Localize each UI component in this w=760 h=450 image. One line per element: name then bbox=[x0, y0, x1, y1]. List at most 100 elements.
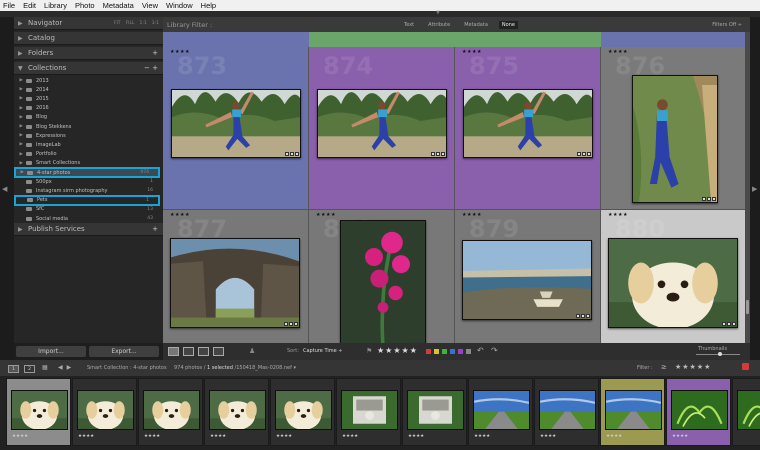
expand-triangle-icon[interactable]: ▶ bbox=[14, 96, 26, 101]
grid-mode-icon[interactable]: ▦ bbox=[42, 364, 48, 371]
expand-triangle-icon[interactable]: ▶ bbox=[14, 142, 26, 147]
filmstrip-cell[interactable]: ★★★★ bbox=[402, 378, 467, 446]
thumbnail-badge-icon[interactable] bbox=[285, 152, 289, 156]
filter-none-option[interactable]: None bbox=[498, 20, 518, 29]
rotate-right-icon[interactable]: ↷ bbox=[491, 346, 498, 355]
grid-view-icon[interactable] bbox=[168, 347, 179, 356]
filmstrip-thumbnail[interactable] bbox=[77, 390, 134, 430]
collections-header[interactable]: ▼ Collections − + bbox=[14, 62, 163, 75]
folders-header[interactable]: ▶ Folders + bbox=[14, 47, 163, 60]
collection-item[interactable]: ▶ ImageLab bbox=[14, 140, 163, 149]
grid-cell[interactable]: 874 bbox=[309, 47, 455, 210]
add-publish-service-icon[interactable]: + bbox=[152, 225, 158, 233]
cell-rating-stars[interactable]: ★★★★ bbox=[170, 49, 190, 55]
collection-item[interactable]: ▶ Blog bbox=[14, 113, 163, 122]
color-label-swatch[interactable] bbox=[426, 349, 431, 354]
expand-triangle-icon[interactable]: ▶ bbox=[14, 78, 26, 83]
thumbnail-badge-icon[interactable] bbox=[586, 314, 590, 318]
color-label-swatch[interactable] bbox=[434, 349, 439, 354]
collection-item[interactable]: 500px 1 bbox=[14, 177, 163, 186]
menu-view[interactable]: View bbox=[142, 1, 158, 10]
filmstrip-thumbnail[interactable] bbox=[539, 390, 596, 430]
filmstrip-rating-filter[interactable]: ★★★★★ bbox=[675, 363, 711, 371]
painter-icon[interactable]: ♟ bbox=[249, 347, 255, 355]
collection-item[interactable]: Instagram sirm photography 16 bbox=[14, 186, 163, 195]
cell-rating-stars[interactable]: ★★★★ bbox=[462, 49, 482, 55]
filmstrip-thumbnail[interactable] bbox=[11, 390, 68, 430]
catalog-header[interactable]: ▶ Catalog bbox=[14, 32, 163, 45]
thumbnail-badge-icon[interactable] bbox=[289, 322, 293, 326]
color-label-swatch[interactable] bbox=[442, 349, 447, 354]
menu-window[interactable]: Window bbox=[166, 1, 193, 10]
filmstrip-cell[interactable]: ★★★★ bbox=[600, 378, 665, 446]
collection-item[interactable]: SfC 13 bbox=[14, 205, 163, 214]
collection-item[interactable]: ▶ 2014 bbox=[14, 85, 163, 94]
cell-rating-stars[interactable]: ★★★★ bbox=[170, 212, 190, 218]
source-path[interactable]: Smart Collection : 4-star photos bbox=[87, 365, 167, 371]
menu-library[interactable]: Library bbox=[44, 1, 67, 10]
sort-dropdown[interactable]: Capture Time ÷ bbox=[303, 348, 343, 354]
filmstrip-thumbnail[interactable] bbox=[671, 390, 728, 430]
grid-cell[interactable]: 873 ★★★★ bbox=[163, 47, 309, 210]
import-button[interactable]: Import... bbox=[16, 346, 86, 357]
grid-cell[interactable]: 878★★★★ bbox=[293, 210, 473, 343]
expand-triangle-icon[interactable]: ▶ bbox=[15, 170, 27, 175]
add-folder-icon[interactable]: + bbox=[152, 49, 158, 57]
thumbnail-badge-icon[interactable] bbox=[732, 322, 736, 326]
menu-help[interactable]: Help bbox=[201, 1, 216, 10]
filmstrip-thumbnail[interactable] bbox=[275, 390, 332, 430]
collection-item[interactable]: ▶ Smart Collections bbox=[14, 159, 163, 168]
zoom-fill-option[interactable]: FILL bbox=[126, 21, 135, 26]
filmstrip-thumbnail[interactable] bbox=[407, 390, 464, 430]
selected-filename[interactable]: /150418_Mas-0208.nef ▾ bbox=[235, 365, 296, 371]
filter-switch-icon[interactable] bbox=[742, 363, 749, 370]
grid-cell[interactable]: 876 ★★★★ bbox=[585, 47, 745, 210]
filmstrip-cell[interactable]: ★★★★ bbox=[6, 378, 71, 446]
photo-thumbnail[interactable] bbox=[170, 238, 300, 328]
filter-attribute-option[interactable]: Attribute bbox=[425, 21, 453, 29]
filmstrip-cell[interactable]: ★★★★ bbox=[138, 378, 203, 446]
filmstrip-thumbnail[interactable] bbox=[143, 390, 200, 430]
zoom-1to1-option[interactable]: 1:1 bbox=[140, 21, 147, 26]
publish-services-header[interactable]: ▶ Publish Services + bbox=[14, 223, 163, 236]
photo-thumbnail[interactable] bbox=[293, 220, 473, 343]
filmstrip-cell[interactable]: ★★★★ bbox=[666, 378, 731, 446]
zoom-fit-option[interactable]: FIT bbox=[114, 21, 121, 26]
thumbnail-badge-icon[interactable] bbox=[436, 152, 440, 156]
grid-cell[interactable]: 880 ★★★★ bbox=[601, 210, 745, 343]
photo-thumbnail[interactable] bbox=[585, 75, 745, 203]
photo-thumbnail[interactable] bbox=[608, 238, 738, 330]
collection-item[interactable]: ▶ Portfolio bbox=[14, 150, 163, 159]
filter-comparison-icon[interactable]: ≥ bbox=[661, 363, 667, 371]
collection-item[interactable]: ▶ 2013 bbox=[14, 76, 163, 85]
photo-thumbnail[interactable] bbox=[463, 78, 593, 169]
compare-view-icon[interactable] bbox=[198, 347, 209, 356]
thumbnail-badge-icon[interactable] bbox=[581, 314, 585, 318]
right-panel-toggle-icon[interactable]: ▶ bbox=[752, 185, 757, 193]
collection-item[interactable]: ▶ Expressions bbox=[14, 131, 163, 140]
filter-text-option[interactable]: Text bbox=[401, 21, 417, 29]
left-panel-toggle-icon[interactable]: ◀ bbox=[2, 185, 7, 193]
collections-controls-icon[interactable]: − + bbox=[144, 64, 158, 72]
color-label-swatch[interactable] bbox=[458, 349, 463, 354]
cell-rating-stars[interactable]: ★★★★ bbox=[608, 49, 628, 55]
cell-rating-stars[interactable]: ★★★★ bbox=[316, 212, 336, 218]
expand-triangle-icon[interactable]: ▶ bbox=[14, 133, 26, 138]
thumbnail-badge-icon[interactable] bbox=[295, 152, 299, 156]
grid-cell[interactable]: 879 ★★★★ bbox=[455, 210, 601, 343]
filmstrip-cell[interactable]: ★★★★ bbox=[336, 378, 401, 446]
filmstrip-thumbnail[interactable] bbox=[473, 390, 530, 430]
photo-thumbnail[interactable] bbox=[462, 235, 592, 325]
grid-cell[interactable]: 875 ★★★★ bbox=[455, 47, 601, 210]
thumbnail-badge-icon[interactable] bbox=[577, 152, 581, 156]
thumbnail-badge-icon[interactable] bbox=[712, 197, 716, 201]
collection-item[interactable]: Pets 1 bbox=[14, 194, 160, 206]
thumbnail-badge-icon[interactable] bbox=[722, 322, 726, 326]
rotate-left-icon[interactable]: ↶ bbox=[477, 346, 484, 355]
thumbnail-badge-icon[interactable] bbox=[294, 322, 298, 326]
filmstrip-thumbnail[interactable] bbox=[341, 390, 398, 430]
filter-metadata-option[interactable]: Metadata bbox=[461, 21, 491, 29]
thumbnail-badge-icon[interactable] bbox=[702, 197, 706, 201]
collection-item[interactable]: ▶ 4-star photos 974 bbox=[14, 167, 160, 178]
collection-item[interactable]: ▶ 2016 bbox=[14, 104, 163, 113]
